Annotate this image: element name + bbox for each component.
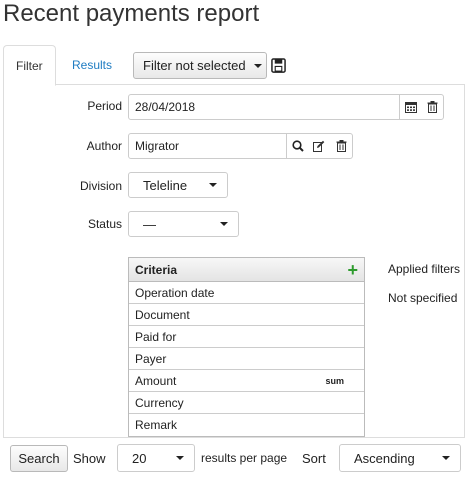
plus-icon[interactable]: +	[347, 261, 358, 279]
period-value: 28/04/2018	[135, 100, 196, 114]
division-value: Teleline	[143, 177, 188, 193]
criteria-row[interactable]: Document	[129, 304, 364, 326]
applied-filters-value: Not specified	[388, 291, 458, 305]
trash-icon[interactable]	[330, 134, 352, 158]
criteria-title: Criteria	[135, 262, 178, 277]
status-label: Status	[87, 217, 122, 231]
show-label: Show	[73, 451, 106, 466]
criteria-table: Criteria + Operation date Document Paid …	[128, 257, 365, 437]
search-button-label: Search	[18, 451, 60, 466]
criteria-row[interactable]: Currency	[129, 392, 364, 414]
edit-icon[interactable]	[308, 134, 330, 158]
per-page-suffix: results per page	[201, 451, 288, 465]
author-value: Migrator	[135, 139, 180, 153]
status-value: —	[143, 216, 156, 232]
criteria-row-label: Payer	[135, 351, 167, 366]
search-icon[interactable]	[286, 134, 308, 158]
tab-results[interactable]: Results	[60, 45, 124, 86]
criteria-row[interactable]: Remark	[129, 414, 364, 436]
chevron-down-icon	[176, 456, 184, 460]
period-field[interactable]: 28/04/2018	[128, 94, 444, 120]
criteria-row-label: Paid for	[135, 329, 177, 344]
criteria-row-label: Document	[135, 307, 190, 322]
sort-value: Ascending	[354, 450, 415, 466]
division-label: Division	[79, 179, 122, 193]
criteria-header: Criteria +	[129, 258, 364, 282]
chevron-down-icon	[220, 222, 228, 226]
calendar-icon[interactable]	[399, 95, 421, 119]
save-icon[interactable]	[271, 58, 287, 74]
per-page-value: 20	[132, 450, 147, 466]
page-title: Recent payments report	[3, 0, 260, 27]
chevron-down-icon	[253, 63, 262, 68]
chevron-down-icon	[209, 183, 217, 187]
criteria-row[interactable]: Operation date	[129, 282, 364, 304]
criteria-row[interactable]: Paid for	[129, 326, 364, 348]
period-label: Period	[87, 99, 122, 113]
criteria-row[interactable]: Payer	[129, 348, 364, 370]
author-label: Author	[86, 139, 122, 153]
chevron-down-icon	[442, 456, 450, 460]
criteria-row[interactable]: Amount sum	[129, 370, 364, 392]
division-select[interactable]: Teleline	[128, 172, 228, 198]
per-page-select[interactable]: 20	[117, 444, 195, 472]
author-field[interactable]: Migrator	[128, 133, 353, 159]
tab-filter[interactable]: Filter	[3, 45, 56, 86]
criteria-row-label: Operation date	[135, 285, 215, 300]
criteria-row-label: Remark	[135, 418, 178, 432]
sort-select[interactable]: Ascending	[339, 444, 461, 472]
applied-filters-title: Applied filters	[388, 262, 461, 276]
trash-icon[interactable]	[421, 95, 443, 119]
criteria-row-label: Amount	[135, 373, 177, 388]
status-select[interactable]: —	[128, 211, 239, 237]
sort-label: Sort	[302, 451, 326, 466]
filter-select-value: Filter not selected	[143, 58, 246, 73]
criteria-row-label: Currency	[135, 395, 184, 410]
filter-select[interactable]: Filter not selected	[133, 52, 267, 79]
criteria-row-tag: sum	[325, 375, 344, 386]
search-button[interactable]: Search	[10, 445, 68, 472]
